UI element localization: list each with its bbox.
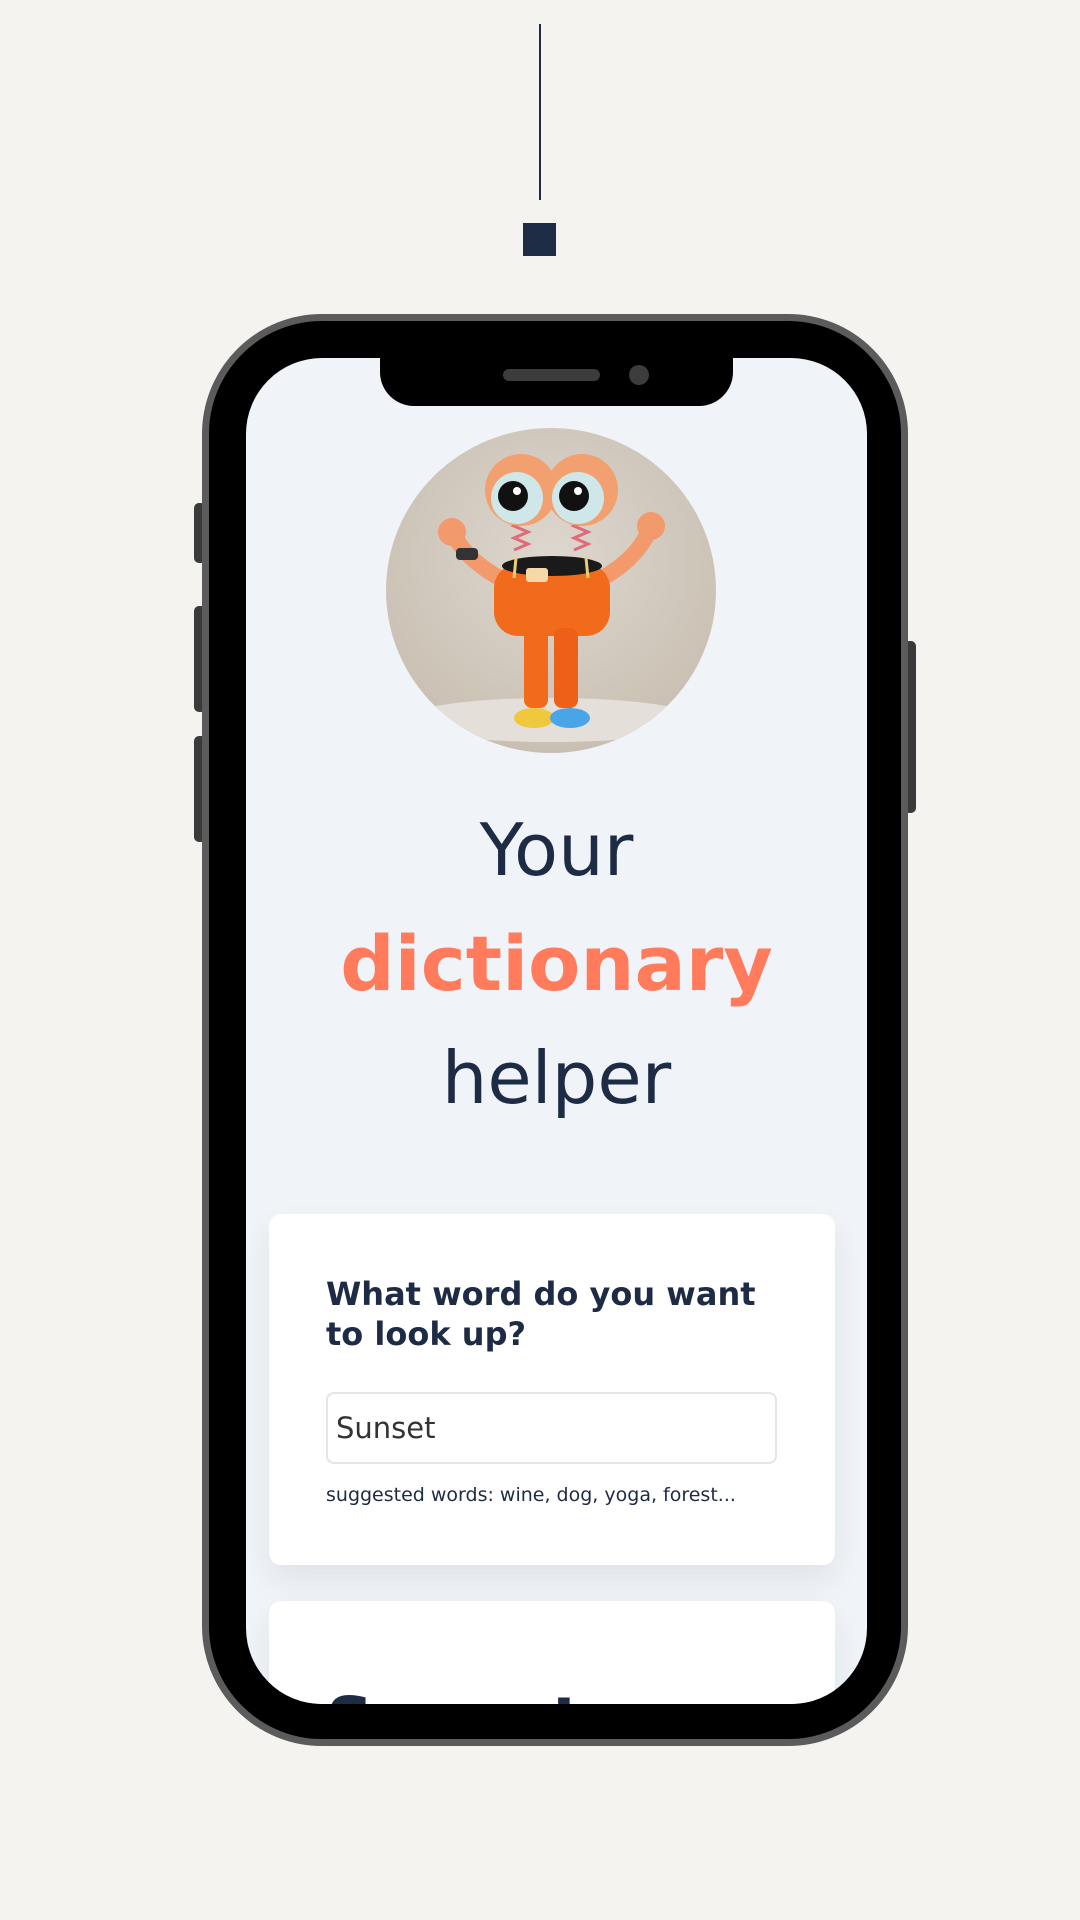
phone-camera: [629, 365, 649, 385]
hanging-square: [523, 223, 556, 256]
result-card: Sunset: [269, 1601, 835, 1704]
phone-speaker: [503, 369, 600, 381]
search-card: What word do you want to look up? sugges…: [269, 1214, 835, 1565]
hero-title-highlight: dictionary: [340, 919, 773, 1008]
search-input[interactable]: [326, 1392, 777, 1464]
phone-notch: [380, 356, 733, 406]
result-word-title: Sunset: [326, 1683, 583, 1704]
phone-screen: Your dictionary helper What word do you …: [246, 358, 867, 1704]
mascot-avatar: [386, 428, 716, 753]
hanging-line: [539, 24, 541, 200]
hero-title: Your dictionary helper: [246, 793, 867, 1135]
hero-title-line-1: Your: [479, 808, 634, 892]
mascot-illustration: [401, 454, 701, 742]
suggested-words-hint: suggested words: wine, dog, yoga, forest…: [326, 1484, 736, 1506]
search-heading: What word do you want to look up?: [326, 1275, 756, 1353]
hero-title-line-3: helper: [441, 1036, 672, 1120]
